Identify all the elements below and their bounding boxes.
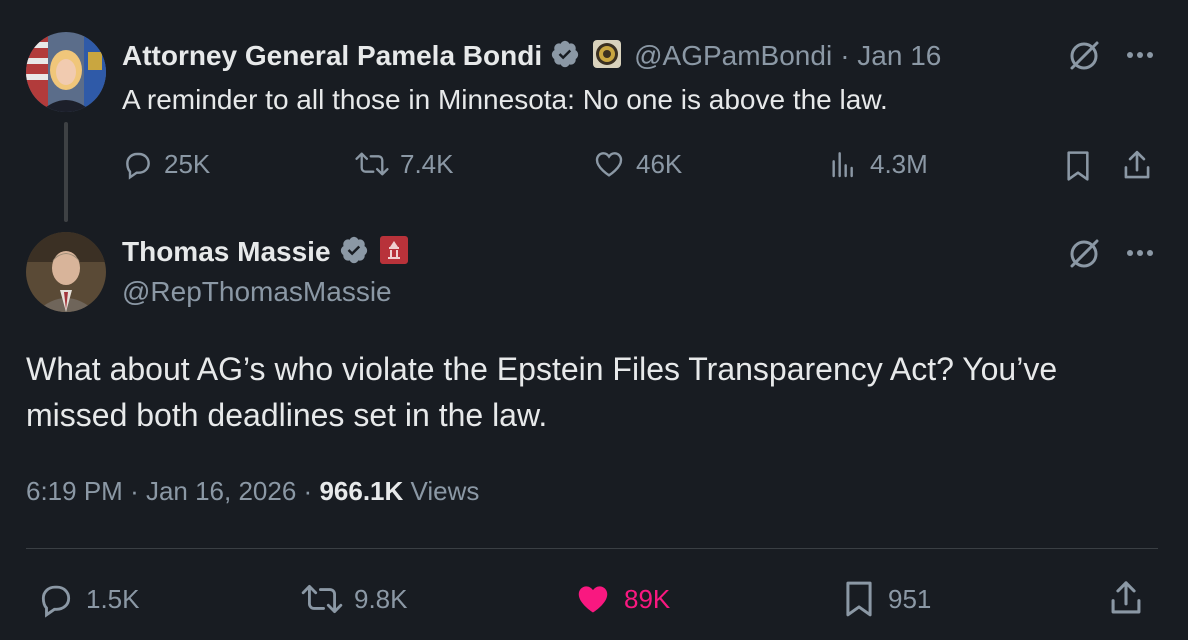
reply-count: 25K bbox=[164, 148, 211, 179]
tweet-text: A reminder to all those in Minnesota: No… bbox=[122, 84, 888, 115]
bookmark-button[interactable]: 951 bbox=[840, 578, 931, 620]
grok-icon[interactable] bbox=[1066, 236, 1102, 277]
author-handle[interactable]: @AGPamBondi bbox=[634, 40, 832, 72]
analytics-icon bbox=[832, 152, 853, 178]
grok-icon[interactable] bbox=[1066, 38, 1102, 79]
repost-count: 7.4K bbox=[400, 148, 454, 179]
reply-button[interactable]: 25K bbox=[122, 148, 210, 180]
heart-filled-icon bbox=[578, 586, 608, 613]
house-affiliation-badge-icon bbox=[379, 235, 409, 270]
avatar-pamela-bondi[interactable] bbox=[26, 32, 106, 112]
divider bbox=[26, 548, 1158, 549]
author-name[interactable]: Attorney General Pamela Bondi bbox=[122, 40, 542, 72]
author-handle[interactable]: @RepThomasMassie bbox=[122, 276, 392, 308]
like-count: 89K bbox=[624, 583, 671, 614]
reply-count: 1.5K bbox=[86, 583, 140, 614]
tweet-text: What about AG’s who violate the Epstein … bbox=[26, 351, 1058, 433]
reply-icon bbox=[126, 152, 150, 180]
more-icon[interactable] bbox=[1122, 238, 1158, 273]
views-label: Views bbox=[410, 476, 480, 506]
bookmark-icon[interactable] bbox=[1062, 148, 1094, 189]
tweet-date[interactable]: · Jan 16 bbox=[840, 40, 941, 72]
verified-badge-icon bbox=[339, 235, 369, 270]
reply-button[interactable]: 1.5K bbox=[36, 580, 140, 618]
tweet-time[interactable]: 6:19 PM bbox=[26, 476, 123, 506]
bookmark-count: 951 bbox=[888, 583, 932, 614]
like-button[interactable]: 46K bbox=[592, 148, 682, 180]
repost-count: 9.8K bbox=[354, 583, 408, 614]
avatar-thomas-massie[interactable] bbox=[26, 232, 106, 312]
tweet-meta: 6:19 PM · Jan 16, 2026 · 966.1K Views bbox=[26, 476, 480, 506]
repost-button[interactable]: 9.8K bbox=[300, 580, 408, 618]
doj-affiliation-badge-icon bbox=[592, 39, 622, 74]
repost-icon bbox=[301, 585, 343, 613]
like-button[interactable]: 89K bbox=[572, 580, 670, 618]
views-button[interactable]: 4.3M bbox=[826, 148, 928, 180]
repost-button[interactable]: 7.4K bbox=[354, 148, 454, 180]
bookmark-icon bbox=[846, 581, 872, 617]
reply-icon bbox=[41, 585, 71, 618]
thread-connector-line bbox=[64, 122, 68, 222]
author-name[interactable]: Thomas Massie bbox=[122, 236, 331, 268]
more-icon[interactable] bbox=[1122, 40, 1158, 75]
share-icon[interactable] bbox=[1106, 578, 1146, 625]
heart-icon bbox=[595, 152, 623, 177]
tweet-date[interactable]: Jan 16, 2026 bbox=[146, 476, 296, 506]
verified-badge-icon bbox=[550, 39, 580, 74]
share-icon[interactable] bbox=[1120, 148, 1154, 189]
like-count: 46K bbox=[636, 148, 683, 179]
views-count: 966.1K bbox=[319, 476, 404, 506]
views-count: 4.3M bbox=[870, 148, 928, 179]
repost-icon bbox=[355, 152, 389, 176]
